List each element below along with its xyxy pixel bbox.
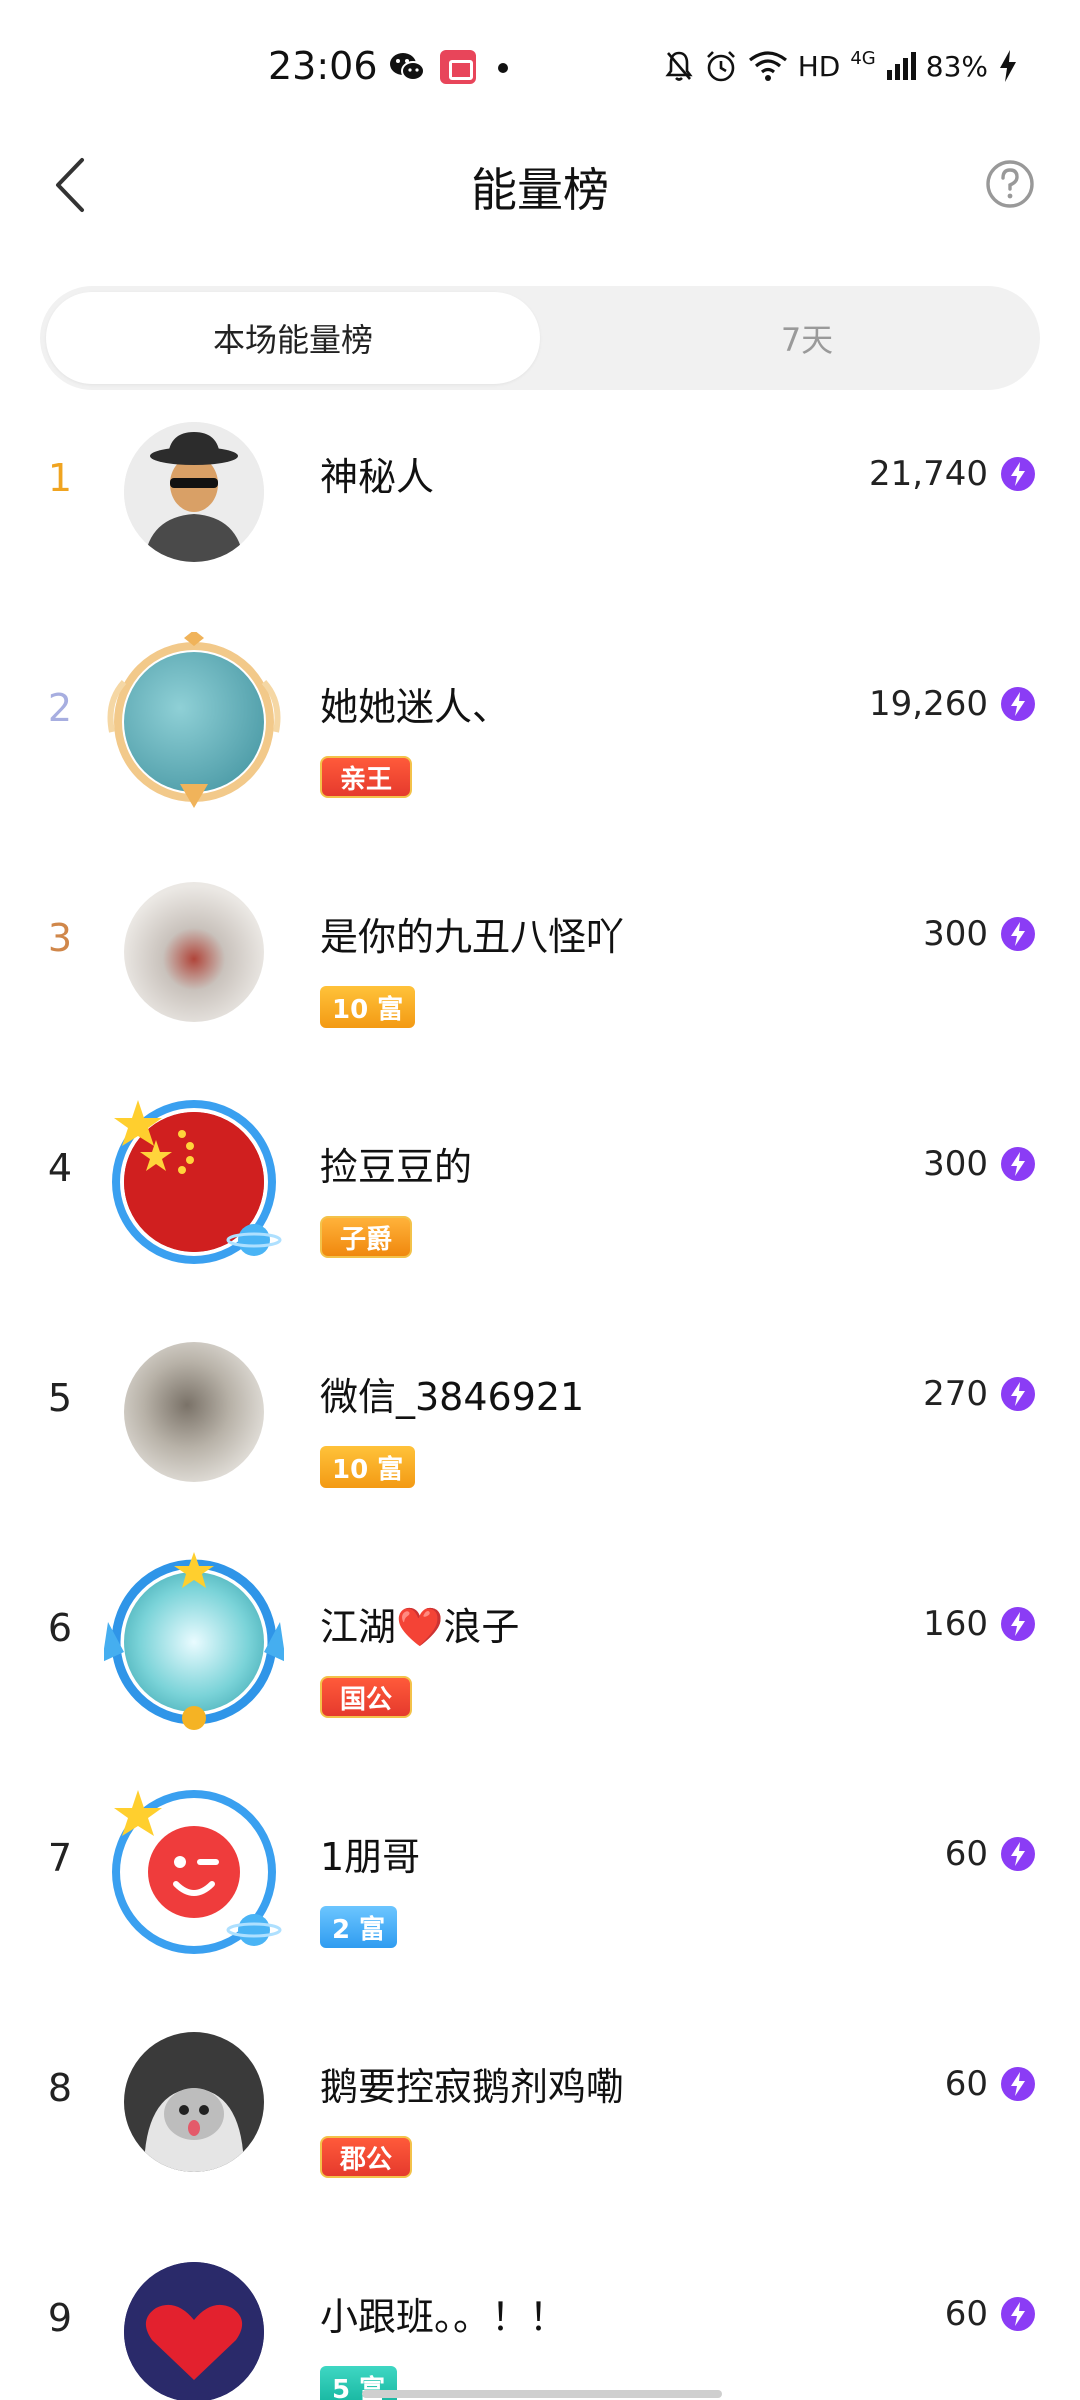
energy-icon [1001, 2067, 1035, 2101]
charging-icon [1000, 50, 1016, 82]
wealth-badge: 2 富 [320, 1906, 398, 1948]
flag-avatar-icon [124, 1112, 264, 1252]
avatar[interactable] [124, 882, 264, 1022]
list-item[interactable]: 4 捡豆豆的 子爵 300 [0, 1090, 1080, 1320]
ranking-tabs: 本场能量榜 7天 [40, 286, 1040, 390]
alarm-icon [706, 51, 735, 82]
mystery-person-avatar-icon [124, 422, 264, 562]
avatar[interactable] [124, 1572, 264, 1712]
avatar[interactable] [124, 1802, 264, 1942]
status-icons: HD 4G 83% [664, 46, 1018, 86]
signal-type-label: 4G [850, 47, 876, 69]
energy-score: 21,740 [869, 454, 988, 494]
list-item[interactable]: 3 是你的九丑八怪吖 10 富 300 [0, 860, 1080, 1090]
user-name: 是你的九丑八怪吖 [320, 915, 625, 959]
noble-badge: 子爵 [320, 1216, 413, 1258]
energy-score: 60 [944, 2294, 988, 2334]
wealth-badge: 10 富 [320, 986, 416, 1028]
heart-avatar-icon [124, 2262, 264, 2400]
energy-score: 19,260 [869, 684, 988, 724]
user-name: 微信_3846921 [320, 1375, 585, 1419]
user-name: 鹅要控寂鹅剂鸡嘞 [320, 2065, 625, 2109]
list-item[interactable]: 7 1朋哥 2 富 60 [0, 1780, 1080, 2010]
rank-number: 1 [47, 456, 73, 500]
list-item[interactable]: 9 小跟班。。！！ 5 富 60 [0, 2240, 1080, 2400]
avatar[interactable] [124, 1112, 264, 1252]
list-item[interactable]: 6 江湖❤️浪子 国公 160 [0, 1550, 1080, 1780]
energy-icon [1001, 1377, 1035, 1411]
list-item[interactable]: 2 她她迷人、 亲王 19,260 [0, 630, 1080, 860]
screen-record-icon [440, 50, 476, 84]
rank-number: 6 [47, 1606, 73, 1650]
list-item[interactable]: 5 微信_3846921 10 富 270 [0, 1320, 1080, 1550]
user-name: 小跟班。。！！ [320, 2295, 568, 2339]
avatar[interactable] [124, 1342, 264, 1482]
rank-number: 4 [47, 1146, 73, 1190]
help-icon[interactable] [980, 154, 1040, 214]
page-header: 能量榜 [0, 140, 1080, 230]
signal-icon [886, 52, 916, 80]
user-name: 神秘人 [320, 455, 435, 499]
avatar[interactable] [124, 2032, 264, 2172]
user-name: 江湖❤️浪子 [320, 1605, 520, 1649]
mute-bell-icon [665, 51, 693, 81]
rank-number: 2 [47, 686, 73, 730]
home-indicator[interactable] [362, 2390, 722, 2398]
user-name: 1朋哥 [320, 1835, 421, 1879]
rank-number: 7 [47, 1836, 73, 1880]
notification-dot-icon [498, 63, 508, 73]
list-item[interactable]: 1 神秘人 21,740 [0, 400, 1080, 630]
avatar[interactable] [124, 422, 264, 562]
energy-score: 160 [923, 1604, 988, 1644]
battery-level: 83% [925, 49, 988, 83]
noble-badge: 国公 [320, 1676, 413, 1718]
wealth-badge: 10 富 [320, 1446, 416, 1488]
status-time: 23:06 [268, 44, 378, 88]
energy-score: 300 [923, 914, 988, 954]
energy-icon [1001, 1147, 1035, 1181]
rank-number: 3 [47, 916, 73, 960]
energy-icon [1001, 457, 1035, 491]
rank-number: 8 [47, 2066, 73, 2110]
energy-icon [1001, 687, 1035, 721]
noble-badge: 亲王 [320, 756, 413, 798]
list-item[interactable]: 8 鹅要控寂鹅剂鸡嘞 郡公 60 [0, 2010, 1080, 2240]
energy-score: 60 [944, 2064, 988, 2104]
avatar[interactable] [124, 652, 264, 792]
rank-number: 5 [47, 1376, 73, 1420]
energy-icon [1001, 1607, 1035, 1641]
energy-score: 60 [944, 1834, 988, 1874]
page-title: 能量榜 [471, 163, 609, 217]
network-type-label: HD [797, 49, 841, 83]
energy-icon [1001, 1837, 1035, 1871]
user-name: 她她迷人、 [320, 685, 511, 729]
status-bar: 23:06 HD 4G 83% [0, 0, 1080, 140]
energy-score: 300 [923, 1144, 988, 1184]
user-name: 捡豆豆的 [320, 1145, 473, 1189]
noble-badge: 郡公 [320, 2136, 413, 2178]
tab-7-days[interactable]: 7天 [580, 292, 1034, 384]
tab-current-session[interactable]: 本场能量榜 [46, 292, 540, 384]
energy-icon [1001, 917, 1035, 951]
energy-icon [1001, 2297, 1035, 2331]
wink-face-avatar-icon [124, 1802, 264, 1942]
cat-avatar-icon [124, 2032, 264, 2172]
energy-score: 270 [923, 1374, 988, 1414]
avatar[interactable] [124, 2262, 264, 2400]
wechat-icon [390, 53, 425, 81]
rank-number: 9 [47, 2296, 73, 2340]
wifi-icon [748, 51, 787, 81]
